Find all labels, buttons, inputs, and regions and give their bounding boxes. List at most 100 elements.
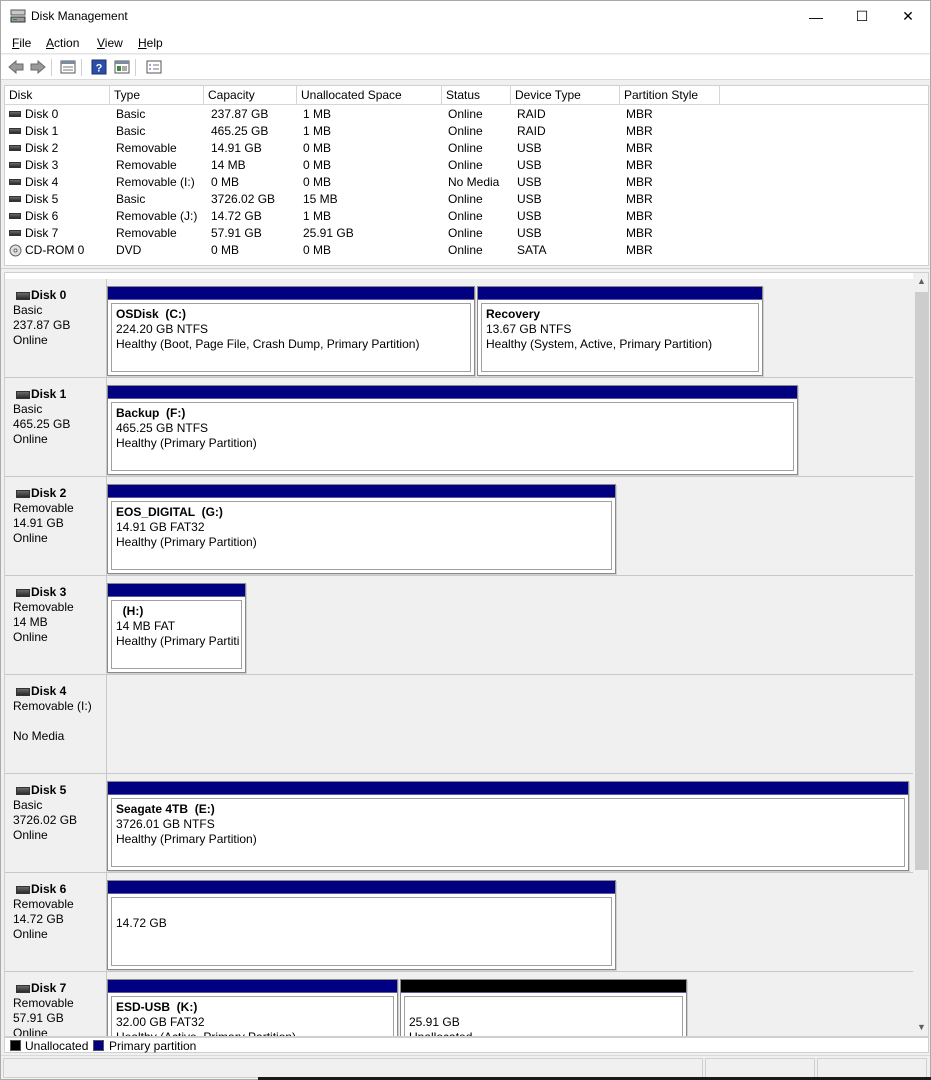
- disk-label-size: 14 MB: [13, 615, 48, 629]
- partition-block[interactable]: (H:) 14 MB FAT Healthy (Primary Partiti: [107, 583, 246, 673]
- disk-label[interactable]: Disk 2 Removable 14.91 GB Online: [5, 477, 107, 575]
- partition-details: OSDisk (C:) 224.20 GB NTFS Healthy (Boot, …: [111, 303, 471, 372]
- cell-capacity: 465.25 GB: [211, 124, 269, 138]
- disk-label-size: 14.91 GB: [13, 516, 64, 530]
- cell-device: RAID: [517, 107, 546, 121]
- disk-graphical-pane: Disk 0 Basic 237.87 GB Online OSDisk (C:) 224…: [4, 272, 929, 1037]
- partition-size-fs: 3726.01 GB NTFS: [116, 817, 215, 831]
- forward-button[interactable]: [29, 58, 47, 76]
- column-header-capacity[interactable]: Capacity: [204, 86, 297, 105]
- partition-color-bar: [108, 485, 615, 498]
- disk-label[interactable]: Disk 5 Basic 3726.02 GB Online: [5, 774, 107, 872]
- scroll-down-icon[interactable]: ▼: [913, 1019, 928, 1036]
- disk-partition-area: [107, 675, 913, 773]
- menu-file[interactable]: File: [12, 36, 31, 50]
- partition-block[interactable]: EOS_DIGITAL (G:) 14.91 GB FAT32 Healthy (P…: [107, 484, 616, 574]
- cell-unalloc: 25.91 GB: [303, 226, 354, 240]
- disk-partition-area: OSDisk (C:) 224.20 GB NTFS Healthy (Boot, …: [107, 279, 913, 377]
- disk-list-row[interactable]: Disk 5 Basic 3726.02 GB 15 MB Online USB MBR: [5, 191, 928, 208]
- cell-device: USB: [517, 158, 542, 172]
- disk-drive-icon: [9, 145, 21, 151]
- disk-list-row[interactable]: Disk 0 Basic 237.87 GB 1 MB Online RAID MBR: [5, 106, 928, 123]
- column-header-status[interactable]: Status: [442, 86, 511, 105]
- partition-size-fs: 13.67 GB NTFS: [486, 322, 572, 336]
- disk-label[interactable]: Disk 0 Basic 237.87 GB Online: [5, 279, 107, 377]
- disk-partition-area: (H:) 14 MB FAT Healthy (Primary Partiti: [107, 576, 913, 674]
- disk-label[interactable]: Disk 7 Removable 57.91 GB Online: [5, 972, 107, 1036]
- help-button[interactable]: ?: [90, 58, 108, 76]
- vertical-scrollbar[interactable]: ▲ ▼: [913, 273, 928, 1036]
- cell-disk: CD-ROM 0: [25, 243, 85, 257]
- unallocated-space-block[interactable]: 25.91 GB Unallocated: [400, 979, 687, 1037]
- cell-disk: Disk 7: [25, 226, 59, 240]
- disk-label-type: Removable: [13, 501, 74, 515]
- disk-label-type: Removable: [13, 996, 74, 1010]
- disk-list-row[interactable]: Disk 3 Removable 14 MB 0 MB Online USB MBR: [5, 157, 928, 174]
- back-button[interactable]: [7, 58, 25, 76]
- disk-label[interactable]: Disk 3 Removable 14 MB Online: [5, 576, 107, 674]
- menu-help[interactable]: Help: [138, 36, 163, 50]
- disk-list-row[interactable]: Disk 2 Removable 14.91 GB 0 MB Online USB MBR: [5, 140, 928, 157]
- cell-type: Removable: [116, 158, 177, 172]
- disk-label[interactable]: Disk 1 Basic 465.25 GB Online: [5, 378, 107, 476]
- properties-list-button[interactable]: [59, 58, 77, 76]
- cell-type: Basic: [116, 124, 146, 138]
- disk-label-type: Removable (I:): [13, 699, 92, 713]
- toolbar-separator: [51, 59, 52, 76]
- column-header-partition-style[interactable]: Partition Style: [620, 86, 720, 105]
- cell-capacity: 14.72 GB: [211, 209, 262, 223]
- partition-status: Healthy (System, Active, Primary Partiti…: [486, 337, 713, 351]
- partition-block[interactable]: Seagate 4TB (E:) 3726.01 GB NTFS Healthy (…: [107, 781, 909, 871]
- cell-unalloc: 15 MB: [303, 192, 338, 206]
- disk-list-row[interactable]: Disk 4 Removable (I:) 0 MB 0 MB No Media USB M…: [5, 174, 928, 191]
- column-header-disk[interactable]: Disk: [5, 86, 110, 105]
- disk-label-name: Disk 7: [13, 981, 106, 996]
- disk-label-state: Online: [13, 432, 48, 446]
- disk-list-header: Disk Type Capacity Unallocated Space Sta…: [5, 86, 928, 105]
- cell-status: Online: [448, 226, 483, 240]
- cell-disk: Disk 0: [25, 107, 59, 121]
- disk-list-row[interactable]: Disk 1 Basic 465.25 GB 1 MB Online RAID MBR: [5, 123, 928, 140]
- window-title: Disk Management: [31, 9, 128, 23]
- partition-block[interactable]: OSDisk (C:) 224.20 GB NTFS Healthy (Boot, …: [107, 286, 475, 376]
- column-header-type[interactable]: Type: [110, 86, 204, 105]
- disk-list-row[interactable]: CD-ROM 0 DVD 0 MB 0 MB Online SATA MBR: [5, 242, 928, 259]
- partition-color-bar: [108, 386, 797, 399]
- maximize-button[interactable]: ☐: [839, 1, 885, 32]
- scrollbar-thumb[interactable]: [915, 292, 928, 870]
- menu-action[interactable]: Action: [46, 36, 79, 50]
- title-bar: Disk Management — ☐ ✕: [1, 1, 930, 32]
- partition-status: Healthy (Primary Partiti: [116, 634, 240, 648]
- partition-block[interactable]: ESD-USB (K:) 32.00 GB FAT32 Healthy (Activ…: [107, 979, 398, 1036]
- disk-label[interactable]: Disk 6 Removable 14.72 GB Online: [5, 873, 107, 971]
- disk-label[interactable]: Disk 4 Removable (I:) No Media: [5, 675, 107, 773]
- disk-list-row[interactable]: Disk 6 Removable (J:) 14.72 GB 1 MB Online US…: [5, 208, 928, 225]
- partition-details: Seagate 4TB (E:) 3726.01 GB NTFS Healthy (…: [111, 798, 905, 867]
- column-header-device-type[interactable]: Device Type: [511, 86, 620, 105]
- partition-block[interactable]: Recovery 13.67 GB NTFS Healthy (System, Ac…: [477, 286, 763, 376]
- column-header-unallocated[interactable]: Unallocated Space: [297, 86, 442, 105]
- checklist-icon: [146, 60, 162, 74]
- partition-details: ESD-USB (K:) 32.00 GB FAT32 Healthy (Activ…: [111, 996, 394, 1036]
- cell-status: Online: [448, 158, 483, 172]
- partition-details: (H:) 14 MB FAT Healthy (Primary Partiti: [111, 600, 242, 669]
- close-icon: ✕: [902, 8, 914, 24]
- partition-block[interactable]: 14.72 GB: [107, 880, 616, 970]
- primary-partition-swatch: [93, 1040, 104, 1051]
- disk-drive-icon: [9, 162, 21, 168]
- disk-view-button[interactable]: [113, 58, 131, 76]
- toolbar: ?: [1, 55, 930, 80]
- partition-status: Unallocated: [409, 1030, 473, 1037]
- scroll-up-icon[interactable]: ▲: [913, 273, 928, 290]
- minimize-button[interactable]: —: [793, 1, 839, 32]
- partition-block[interactable]: Backup (F:) 465.25 GB NTFS Healthy (Primar…: [107, 385, 798, 475]
- back-icon: [8, 60, 24, 74]
- partition-status: Healthy (Primary Partition): [116, 535, 257, 549]
- checklist-button[interactable]: [145, 58, 163, 76]
- menu-view[interactable]: View: [97, 36, 123, 50]
- cell-style: MBR: [626, 226, 653, 240]
- disk-view-icon: [114, 60, 130, 74]
- partition-details: EOS_DIGITAL (G:) 14.91 GB FAT32 Healthy (P…: [111, 501, 612, 570]
- disk-list-row[interactable]: Disk 7 Removable 57.91 GB 25.91 GB Online USB…: [5, 225, 928, 242]
- close-button[interactable]: ✕: [885, 1, 931, 32]
